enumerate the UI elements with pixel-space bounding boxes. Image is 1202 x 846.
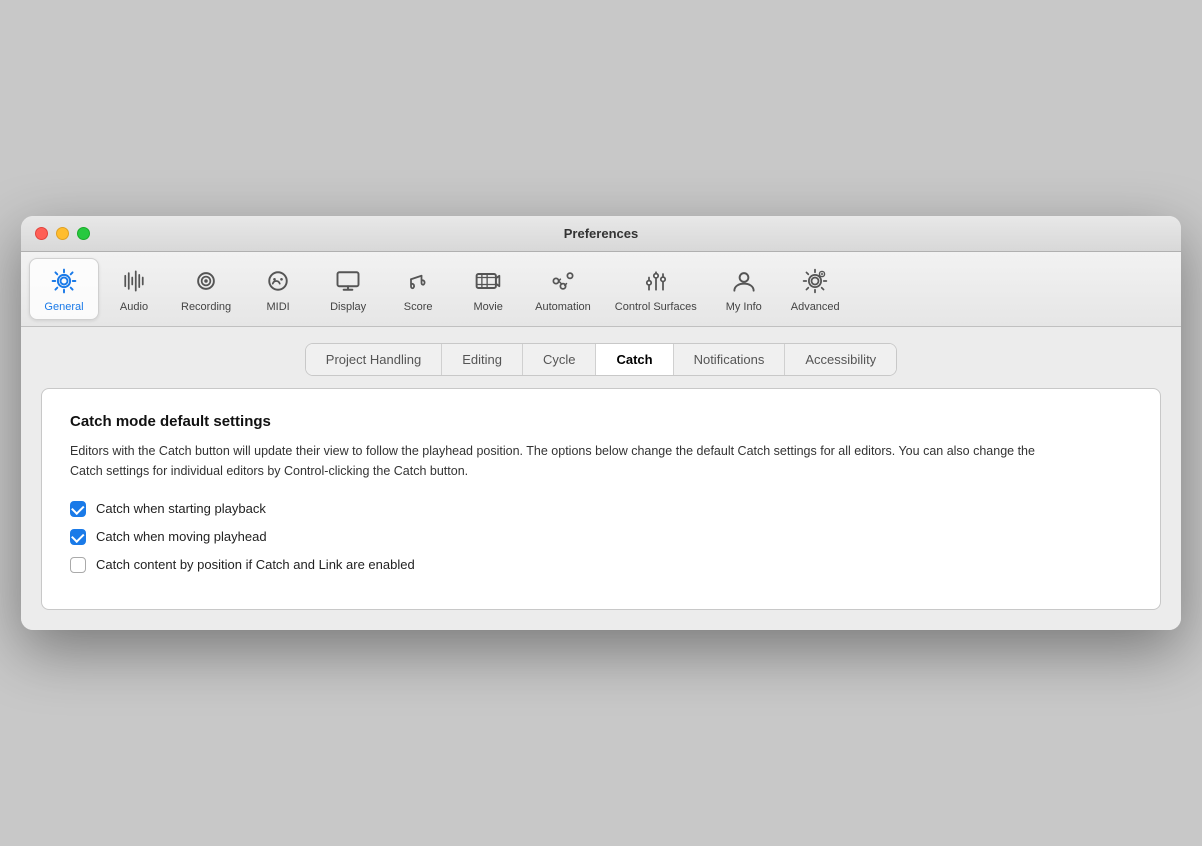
toolbar-label-advanced: Advanced	[791, 301, 840, 313]
subtab-catch[interactable]: Catch	[596, 344, 673, 375]
toolbar-label-control-surfaces: Control Surfaces	[615, 301, 697, 313]
automation-icon	[547, 265, 579, 297]
checkbox-catch-position[interactable]	[70, 557, 86, 573]
toolbar-label-my-info: My Info	[726, 301, 762, 313]
toolbar-item-control-surfaces[interactable]: Control Surfaces	[603, 259, 709, 319]
checkbox-catch-playhead[interactable]	[70, 529, 86, 545]
toolbar-item-audio[interactable]: Audio	[99, 259, 169, 319]
toolbar: General Audio Recording	[21, 252, 1181, 327]
toolbar-label-recording: Recording	[181, 301, 231, 313]
subtab-editing[interactable]: Editing	[442, 344, 523, 375]
advanced-icon	[799, 265, 831, 297]
toolbar-item-display[interactable]: Display	[313, 259, 383, 319]
window-title: Preferences	[564, 226, 638, 241]
display-icon	[332, 265, 364, 297]
toolbar-item-general[interactable]: General	[29, 258, 99, 320]
toolbar-item-midi[interactable]: MIDI	[243, 259, 313, 319]
subtab-project-handling[interactable]: Project Handling	[306, 344, 442, 375]
traffic-lights	[35, 227, 90, 240]
checkbox-row-3: Catch content by position if Catch and L…	[70, 557, 1132, 573]
minimize-button[interactable]	[56, 227, 69, 240]
toolbar-item-my-info[interactable]: My Info	[709, 259, 779, 319]
close-button[interactable]	[35, 227, 48, 240]
subtabs-bar: Project Handling Editing Cycle Catch Not…	[305, 343, 897, 376]
toolbar-label-automation: Automation	[535, 301, 591, 313]
toolbar-label-movie: Movie	[473, 301, 502, 313]
checkbox-label-3: Catch content by position if Catch and L…	[96, 557, 415, 572]
control-surfaces-icon	[640, 265, 672, 297]
subtab-cycle[interactable]: Cycle	[523, 344, 597, 375]
gear-icon	[48, 265, 80, 297]
toolbar-label-score: Score	[404, 301, 433, 313]
toolbar-label-general: General	[44, 301, 83, 313]
audio-icon	[118, 265, 150, 297]
toolbar-label-display: Display	[330, 301, 366, 313]
checkbox-label-2: Catch when moving playhead	[96, 529, 267, 544]
recording-icon	[190, 265, 222, 297]
main-content: Project Handling Editing Cycle Catch Not…	[21, 327, 1181, 630]
panel-description: Editors with the Catch button will updat…	[70, 442, 1050, 481]
checkbox-label-1: Catch when starting playback	[96, 501, 266, 516]
maximize-button[interactable]	[77, 227, 90, 240]
toolbar-item-recording[interactable]: Recording	[169, 259, 243, 319]
toolbar-label-audio: Audio	[120, 301, 148, 313]
toolbar-item-score[interactable]: Score	[383, 259, 453, 319]
toolbar-label-midi: MIDI	[267, 301, 290, 313]
preferences-window: Preferences General Audio	[21, 216, 1181, 630]
settings-panel: Catch mode default settings Editors with…	[41, 388, 1161, 610]
movie-icon	[472, 265, 504, 297]
panel-title: Catch mode default settings	[70, 413, 1132, 430]
toolbar-item-movie[interactable]: Movie	[453, 259, 523, 319]
score-icon	[402, 265, 434, 297]
checkbox-catch-playback[interactable]	[70, 501, 86, 517]
toolbar-item-advanced[interactable]: Advanced	[779, 259, 852, 319]
subtab-notifications[interactable]: Notifications	[674, 344, 786, 375]
titlebar: Preferences	[21, 216, 1181, 252]
my-info-icon	[728, 265, 760, 297]
checkbox-row-1: Catch when starting playback	[70, 501, 1132, 517]
subtab-accessibility[interactable]: Accessibility	[785, 344, 896, 375]
toolbar-item-automation[interactable]: Automation	[523, 259, 603, 319]
checkbox-row-2: Catch when moving playhead	[70, 529, 1132, 545]
midi-icon	[262, 265, 294, 297]
